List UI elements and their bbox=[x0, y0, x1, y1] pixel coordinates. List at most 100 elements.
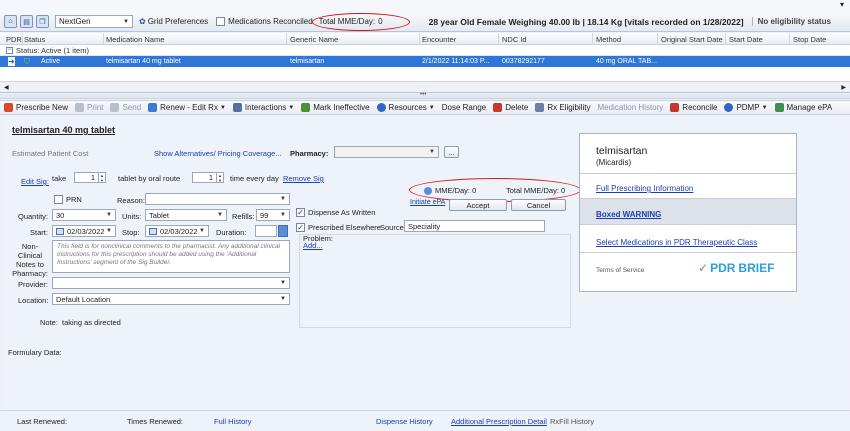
provider-select[interactable]: ▼ bbox=[52, 277, 290, 289]
location-select[interactable]: Default Location ▼ bbox=[52, 293, 290, 305]
stepper-arrows-icon[interactable]: ▲ ▼ bbox=[216, 173, 223, 183]
column-separator bbox=[419, 33, 420, 45]
collapse-icon[interactable]: − bbox=[6, 46, 13, 54]
column-separator bbox=[657, 33, 658, 45]
renew-edit-button[interactable]: Renew - Edit Rx ▼ bbox=[148, 103, 226, 112]
column-header-method[interactable]: Method bbox=[596, 35, 621, 44]
pdmp-icon bbox=[724, 103, 734, 112]
provider-select[interactable]: NextGen ▼ bbox=[55, 15, 133, 28]
dropdown-arrow-icon[interactable]: ▾ bbox=[840, 0, 844, 9]
last-renewed-label: Last Renewed: bbox=[17, 417, 68, 426]
quantity-select[interactable]: 30 ▼ bbox=[52, 209, 116, 221]
initiate-epa-link[interactable]: Initiate ePA bbox=[410, 199, 445, 206]
dispense-history-link[interactable]: Dispense History bbox=[376, 417, 433, 426]
stop-date-picker[interactable]: 02/03/2022 ▼ bbox=[145, 225, 209, 237]
prescribe-new-label: Prescribe New bbox=[16, 103, 69, 112]
units-select[interactable]: Tablet ▼ bbox=[145, 209, 227, 221]
delete-icon bbox=[493, 103, 503, 112]
pharmacy-select[interactable]: ▼ bbox=[334, 146, 439, 158]
medications-reconciled-checkbox[interactable]: Medications Reconciled bbox=[216, 17, 313, 26]
home-icon[interactable]: ⌂ bbox=[4, 15, 17, 28]
remove-sig-link[interactable]: Remove Sig bbox=[283, 174, 324, 183]
chevron-down-icon: ▼ bbox=[217, 212, 223, 218]
refills-select[interactable]: 99 ▼ bbox=[256, 209, 290, 221]
reason-select[interactable]: ▼ bbox=[145, 193, 290, 205]
eligibility-status: No eligibility status bbox=[751, 17, 831, 26]
splitter[interactable]: ••• bbox=[0, 92, 850, 99]
dispense-as-written-checkbox[interactable]: Dispense As Written bbox=[296, 208, 375, 217]
duration-input[interactable] bbox=[255, 225, 277, 237]
prescribed-elsewhere-checkbox[interactable]: Prescribed Elsewhere bbox=[296, 223, 381, 232]
take-quantity-stepper[interactable]: 1 ▲ ▼ bbox=[74, 172, 106, 183]
print-button[interactable]: Print bbox=[75, 103, 103, 112]
stepper-arrows-icon[interactable]: ▲ ▼ bbox=[98, 173, 105, 183]
boxed-warning-link[interactable]: Boxed WARNING bbox=[596, 210, 661, 219]
send-label: Send bbox=[122, 103, 142, 112]
non-clinical-notes-label: Non-Clinical Notes to Pharmacy: bbox=[12, 242, 48, 278]
column-header-ndc-id[interactable]: NDC Id bbox=[502, 35, 527, 44]
column-header-stop-date[interactable]: Stop Date bbox=[793, 35, 826, 44]
grid-preferences-label: Grid Preferences bbox=[147, 17, 209, 26]
quantity-value: 30 bbox=[56, 210, 65, 220]
chevron-down-icon: ▼ bbox=[106, 228, 112, 234]
accept-button[interactable]: Accept bbox=[449, 199, 507, 211]
horizontal-scrollbar[interactable]: ◀ ▶ bbox=[0, 81, 850, 92]
full-prescribing-information-link[interactable]: Full Prescribing Information bbox=[596, 184, 693, 193]
column-header-pdr[interactable]: PDR bbox=[6, 35, 22, 44]
status-group-row[interactable]: − Status: Active (1 item) bbox=[0, 45, 850, 56]
copy-icon[interactable]: ❐ bbox=[36, 15, 49, 28]
prn-checkbox[interactable]: PRN bbox=[54, 195, 82, 204]
pharmacy-browse-button[interactable]: ... bbox=[444, 146, 459, 158]
medication-history-label: Medication History bbox=[597, 103, 664, 112]
interactions-button[interactable]: Interactions ▼ bbox=[232, 103, 294, 112]
chevron-down-icon: ▼ bbox=[123, 18, 129, 25]
additional-prescription-detail-link[interactable]: Additional Prescription Detail bbox=[451, 417, 547, 426]
pdr-logo-text: PDR bbox=[710, 261, 736, 275]
send-button[interactable]: Send bbox=[110, 103, 141, 112]
column-header-medication-name[interactable]: Medication Name bbox=[106, 35, 164, 44]
table-row[interactable]: ➜ ⛉ Active telmisartan 40 mg tablet telm… bbox=[0, 56, 850, 67]
renew-icon bbox=[148, 103, 158, 112]
rx-eligibility-label: Rx Eligibility bbox=[547, 103, 591, 112]
dose-range-button[interactable]: Dose Range bbox=[442, 103, 486, 112]
source-label: Source: bbox=[380, 223, 406, 232]
rxfill-history-link[interactable]: RxFill History bbox=[550, 417, 594, 426]
patient-toolbar: ⌂ ▤ ❐ NextGen ▼ ✿ Grid Preferences Medic… bbox=[0, 12, 850, 32]
pdmp-button[interactable]: PDMP ▼ bbox=[724, 103, 768, 112]
scroll-left-icon[interactable]: ◀ bbox=[4, 84, 9, 91]
times-renewed-label: Times Renewed: bbox=[127, 417, 183, 426]
print-icon[interactable]: ▤ bbox=[20, 15, 33, 28]
frequency-stepper[interactable]: 1 ▲ ▼ bbox=[192, 172, 224, 183]
edit-sig-link[interactable]: Edit Sig: bbox=[21, 177, 49, 186]
manage-epa-button[interactable]: Manage ePA bbox=[774, 103, 832, 112]
column-header-encounter[interactable]: Encounter bbox=[422, 35, 456, 44]
medication-history-button[interactable]: Medication History bbox=[597, 103, 663, 112]
rx-eligibility-button[interactable]: Rx Eligibility bbox=[535, 103, 590, 112]
delete-button[interactable]: Delete bbox=[493, 103, 528, 112]
full-history-link[interactable]: Full History bbox=[214, 417, 252, 426]
column-header-start-date[interactable]: Start Date bbox=[729, 35, 763, 44]
scroll-right-icon[interactable]: ▶ bbox=[841, 84, 846, 91]
chevron-down-icon: ▼ bbox=[280, 196, 286, 202]
pharmacy-notes-textarea[interactable]: This field is for nonclinical comments t… bbox=[52, 240, 290, 273]
reconcile-button[interactable]: Reconcile bbox=[670, 103, 717, 112]
select-medications-link[interactable]: Select Medications in PDR Therapeutic Cl… bbox=[596, 238, 757, 247]
source-input[interactable]: Speciality bbox=[404, 220, 545, 232]
mark-ineffective-button[interactable]: Mark Ineffective bbox=[301, 103, 370, 112]
start-date-picker[interactable]: 02/03/2022 ▼ bbox=[52, 225, 116, 237]
column-header-original-start-date[interactable]: Original Start Date bbox=[661, 35, 723, 44]
grid-empty-area bbox=[0, 67, 850, 81]
prescribe-new-button[interactable]: Prescribe New bbox=[4, 103, 68, 112]
show-alternatives-link[interactable]: Show Alternatives/ Pricing Coverage... bbox=[154, 149, 282, 158]
grid-preferences-button[interactable]: ✿ Grid Preferences bbox=[139, 17, 208, 26]
print-label: Print bbox=[87, 103, 104, 112]
start-date-value: 02/03/2022 bbox=[67, 226, 105, 236]
pdr-shield-icon[interactable]: ⛉ bbox=[24, 57, 30, 67]
cancel-button[interactable]: Cancel bbox=[511, 199, 566, 211]
duration-calendar-icon[interactable] bbox=[278, 225, 288, 237]
column-header-status[interactable]: Status bbox=[24, 35, 45, 44]
resources-button[interactable]: Resources ▼ bbox=[376, 103, 435, 112]
terms-of-service-link[interactable]: Terms of Service bbox=[596, 267, 644, 274]
column-header-generic-name[interactable]: Generic Name bbox=[290, 35, 338, 44]
quantity-label: Quantity: bbox=[18, 212, 49, 221]
